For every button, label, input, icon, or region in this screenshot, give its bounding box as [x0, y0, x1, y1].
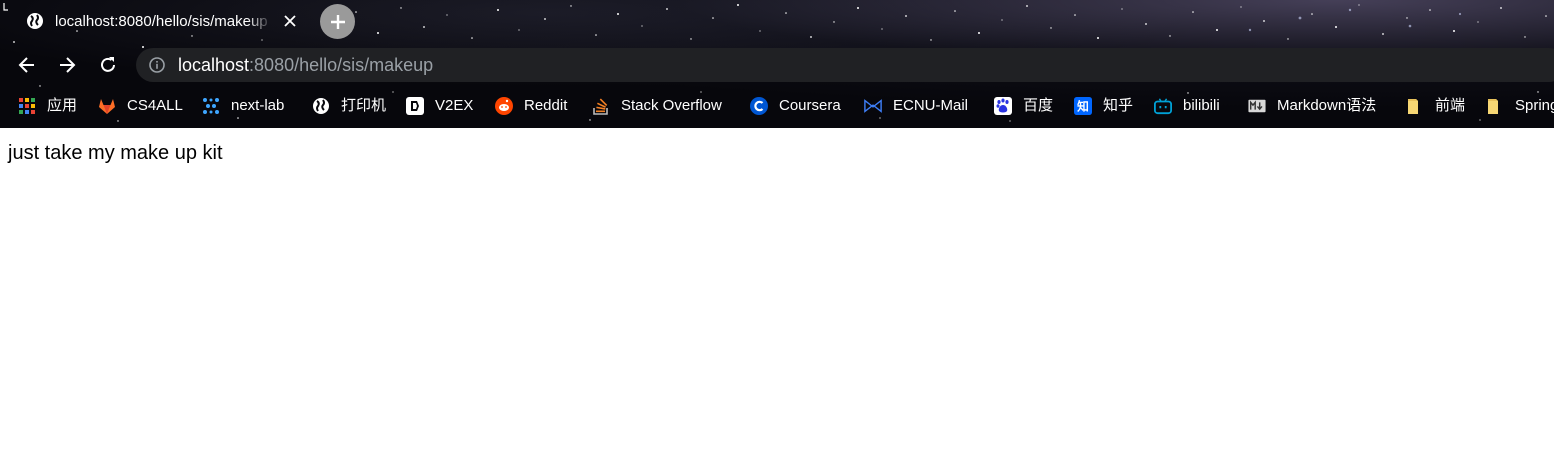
bookmark-markdown[interactable]: Markdown语法: [1248, 94, 1376, 118]
bookmark-label: ECNU-Mail: [893, 97, 968, 114]
svg-text:知: 知: [1076, 100, 1089, 114]
bookmark-label: Spring: [1515, 97, 1554, 114]
globe-icon: [312, 97, 330, 115]
baidu-paw-icon: [994, 97, 1012, 115]
bookmark-bilibili[interactable]: bilibili: [1154, 94, 1220, 118]
bookmark-reddit[interactable]: Reddit: [495, 94, 567, 118]
info-icon[interactable]: [148, 56, 166, 74]
bookmark-label: Reddit: [524, 97, 568, 114]
tab-title: localhost:8080/hello/sis/makeup: [55, 13, 268, 30]
globe-icon: [27, 13, 43, 29]
bookmark-baidu[interactable]: 百度: [994, 94, 1053, 118]
coursera-icon: [750, 97, 768, 115]
close-icon[interactable]: [280, 11, 300, 31]
reload-icon: [101, 57, 115, 72]
url-path: :8080/hello/sis/makeup: [249, 55, 434, 75]
bookmark-v2ex[interactable]: V2EX: [406, 94, 473, 118]
bookmark-ecnu-mail[interactable]: ECNU-Mail: [864, 94, 968, 118]
bookmark-label: CS4ALL: [127, 97, 183, 114]
bookmarks-bar: 应用 CS4ALL next-lab 打印机 V2EX Reddit Stack…: [0, 88, 1554, 124]
bookmark-stack-overflow[interactable]: Stack Overflow: [592, 94, 722, 118]
bilibili-icon: [1154, 97, 1172, 115]
bookmark-next-lab[interactable]: next-lab: [202, 94, 284, 118]
plus-icon: [330, 14, 345, 29]
bookmark-folder-spring[interactable]: Spring: [1486, 94, 1554, 118]
reload-button[interactable]: [95, 52, 121, 78]
bookmark-printer[interactable]: 打印机: [312, 94, 386, 118]
page-content: just take my make up kit: [0, 128, 1554, 470]
bookmark-label: 前端: [1435, 97, 1466, 114]
arrow-right-icon: [60, 57, 76, 73]
bookmark-label: Coursera: [779, 97, 841, 114]
folder-icon: [1486, 97, 1504, 115]
arrow-left-icon: [18, 57, 34, 73]
bookmark-folder-frontend[interactable]: 前端: [1406, 94, 1465, 118]
apps-grid-icon: [18, 97, 36, 115]
bookmark-label: V2EX: [435, 97, 474, 114]
address-bar[interactable]: localhost:8080/hello/sis/makeup: [136, 48, 1554, 82]
page-body-text: just take my make up kit: [8, 142, 223, 164]
v2ex-icon: [406, 97, 424, 115]
bookmark-label: 应用: [47, 97, 78, 114]
markdown-icon: [1248, 97, 1266, 115]
url-text[interactable]: localhost:8080/hello/sis/makeup: [178, 54, 433, 76]
browser-chrome: localhost:8080/hello/sis/makeup localhos…: [0, 0, 1554, 128]
bookmark-label: 百度: [1023, 97, 1054, 114]
forward-button[interactable]: [54, 52, 80, 78]
url-host: localhost: [178, 55, 250, 75]
bookmark-label: 打印机: [341, 97, 387, 114]
bookmark-coursera[interactable]: Coursera: [750, 94, 841, 118]
reddit-icon: [495, 97, 513, 115]
bookmark-cs4all[interactable]: CS4ALL: [98, 94, 183, 118]
bookmark-label: bilibili: [1183, 97, 1220, 114]
bookmark-zhihu[interactable]: 知 知乎: [1074, 94, 1133, 118]
window-corner-mark: [3, 3, 8, 11]
bookmark-label: Markdown语法: [1277, 97, 1377, 114]
folder-icon: [1406, 97, 1424, 115]
stackoverflow-icon: [592, 97, 610, 115]
gitlab-icon: [98, 97, 116, 115]
bookmark-label: next-lab: [231, 97, 285, 114]
bookmark-label: Stack Overflow: [621, 97, 722, 114]
bookmark-label: 知乎: [1103, 97, 1134, 114]
zhihu-icon: 知: [1074, 97, 1092, 115]
new-tab-button[interactable]: [320, 4, 355, 39]
active-tab[interactable]: localhost:8080/hello/sis/makeup: [12, 4, 312, 44]
bookmark-apps[interactable]: 应用: [18, 94, 77, 118]
back-button[interactable]: [14, 52, 40, 78]
dots-network-icon: [202, 97, 220, 115]
mail-icon: [864, 97, 882, 115]
